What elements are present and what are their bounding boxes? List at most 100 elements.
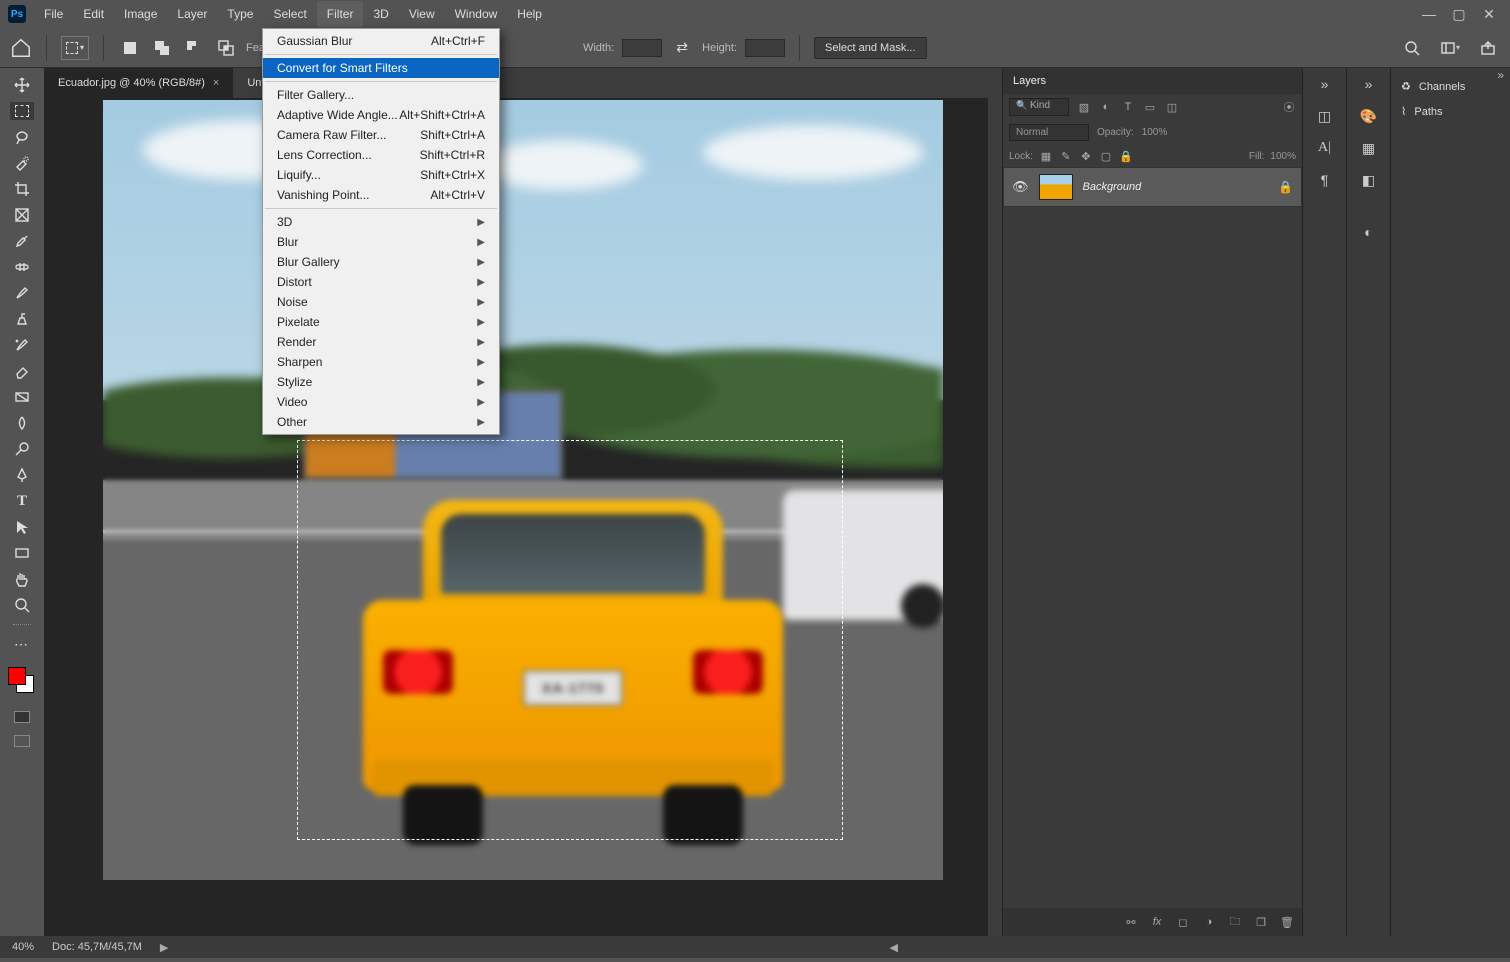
opacity-value[interactable]: 100% [1142,127,1168,138]
blend-mode-select[interactable]: Normal [1009,124,1089,141]
swap-dimensions-icon[interactable]: ⇄ [670,39,694,57]
adjustments-panel-icon[interactable]: ◧ [1359,170,1379,190]
layer-mask-icon[interactable]: ◻ [1176,915,1190,929]
history-brush-tool[interactable] [10,336,34,354]
scroll-left-icon[interactable]: ◀ [890,941,898,954]
layer-name-label[interactable]: Background [1083,181,1269,193]
vertical-scrollbar[interactable] [988,98,1002,936]
layers-panel-header[interactable]: Layers [1003,68,1302,94]
maximize-button[interactable]: ▢ [1452,6,1466,23]
screen-mode-toggle[interactable] [14,735,30,747]
clone-stamp-tool[interactable] [10,310,34,328]
menu-layer[interactable]: Layer [167,1,217,27]
rectangular-marquee-tool[interactable] [10,102,34,120]
channels-panel-button[interactable]: ♻Channels [1391,74,1510,99]
crop-tool[interactable] [10,180,34,198]
rail-collapse-icon-2[interactable]: » [1359,74,1379,94]
rectangle-tool[interactable] [10,544,34,562]
filter-menu-item[interactable]: Liquify...Shift+Ctrl+X [263,165,499,185]
fill-value[interactable]: 100% [1270,151,1296,162]
menu-filter[interactable]: Filter [317,1,364,27]
menu-file[interactable]: File [34,1,73,27]
color-panel-icon[interactable]: 🎨 [1359,106,1379,126]
group-icon[interactable]: 🗀 [1228,915,1242,929]
paths-panel-button[interactable]: ⌇Paths [1391,99,1510,124]
selection-intersect-icon[interactable] [214,39,238,57]
move-tool[interactable] [10,76,34,94]
healing-brush-tool[interactable] [10,258,34,276]
filter-menu-item[interactable]: 3D▶ [263,212,499,232]
filter-menu-item[interactable]: Adaptive Wide Angle...Alt+Shift+Ctrl+A [263,105,499,125]
filter-menu-item[interactable]: Filter Gallery... [263,85,499,105]
menu-help[interactable]: Help [507,1,552,27]
character-icon[interactable]: A| [1315,138,1335,158]
filter-shape-icon[interactable]: ▭ [1143,100,1157,114]
canvas[interactable]: XA-1770 [103,100,943,880]
foreground-color-swatch[interactable] [8,667,26,685]
filter-menu-item[interactable]: Sharpen▶ [263,352,499,372]
type-tool[interactable]: T [10,492,34,510]
menu-window[interactable]: Window [445,1,508,27]
filter-menu-item[interactable]: Noise▶ [263,292,499,312]
quick-selection-tool[interactable] [10,154,34,172]
delete-layer-icon[interactable]: 🗑 [1280,915,1294,929]
eyedropper-tool[interactable] [10,232,34,250]
menu-3d[interactable]: 3D [363,1,398,27]
menu-select[interactable]: Select [263,1,316,27]
layer-filter-kind[interactable]: 🔍 Kind [1009,98,1069,116]
frame-tool[interactable] [10,206,34,224]
libraries-icon[interactable]: ◫ [1315,106,1335,126]
quick-mask-toggle[interactable] [14,711,30,723]
height-input[interactable] [745,39,785,57]
filter-adjust-icon[interactable]: ◐ [1099,100,1113,114]
filter-menu-item[interactable]: Stylize▶ [263,372,499,392]
lock-all-icon[interactable]: 🔒 [1119,149,1133,163]
layer-thumbnail[interactable] [1039,174,1073,200]
filter-smart-icon[interactable]: ◫ [1165,100,1179,114]
lock-transparency-icon[interactable]: ▦ [1039,149,1053,163]
minimize-button[interactable]: — [1422,6,1436,23]
close-button[interactable]: ✕ [1482,6,1496,23]
lock-pixels-icon[interactable]: ✎ [1059,149,1073,163]
path-selection-tool[interactable] [10,518,34,536]
marquee-tool-preset[interactable]: ▾ [61,36,89,60]
link-layers-icon[interactable]: ⚯ [1124,915,1138,929]
color-swatches[interactable] [8,667,36,695]
filter-menu-item[interactable]: Render▶ [263,332,499,352]
share-icon[interactable] [1476,39,1500,57]
layer-style-icon[interactable]: fx [1150,915,1164,929]
filter-menu-item[interactable]: Video▶ [263,392,499,412]
menu-image[interactable]: Image [114,1,167,27]
gradient-tool[interactable] [10,388,34,406]
properties-panel-icon[interactable]: ◐ [1359,222,1379,242]
rail-collapse-icon[interactable]: » [1315,74,1335,94]
canvas-viewport[interactable]: XA-1770 [44,98,1002,936]
menu-edit[interactable]: Edit [73,1,114,27]
filter-menu-item[interactable]: Lens Correction...Shift+Ctrl+R [263,145,499,165]
selection-subtract-icon[interactable] [182,39,206,57]
status-more-icon[interactable]: ▶ [160,941,168,954]
visibility-icon[interactable]: 👁 [1012,179,1029,195]
filter-menu-item[interactable]: Vanishing Point...Alt+Ctrl+V [263,185,499,205]
filter-menu-item[interactable]: Convert for Smart Filters [263,58,499,78]
filter-menu-item[interactable]: Other▶ [263,412,499,432]
workspace-icon[interactable]: ▾ [1438,39,1462,57]
paragraph-icon[interactable]: ¶ [1315,170,1335,190]
tab-close-icon[interactable]: × [213,77,219,89]
pen-tool[interactable] [10,466,34,484]
edit-toolbar-icon[interactable]: ⋯ [10,635,34,653]
new-layer-icon[interactable]: ❐ [1254,915,1268,929]
lasso-tool[interactable] [10,128,34,146]
eraser-tool[interactable] [10,362,34,380]
hand-tool[interactable] [10,570,34,588]
filter-menu-item[interactable]: Blur Gallery▶ [263,252,499,272]
lock-position-icon[interactable]: ✥ [1079,149,1093,163]
menu-view[interactable]: View [399,1,445,27]
adjustment-layer-icon[interactable]: ◑ [1202,915,1216,929]
filter-menu-item[interactable]: Distort▶ [263,272,499,292]
layer-row-background[interactable]: 👁 Background 🔒 [1003,167,1302,207]
lock-artboard-icon[interactable]: ▢ [1099,149,1113,163]
menu-type[interactable]: Type [217,1,263,27]
doc-size[interactable]: Doc: 45,7M/45,7M [52,941,142,953]
filter-pixel-icon[interactable]: ▧ [1077,100,1091,114]
